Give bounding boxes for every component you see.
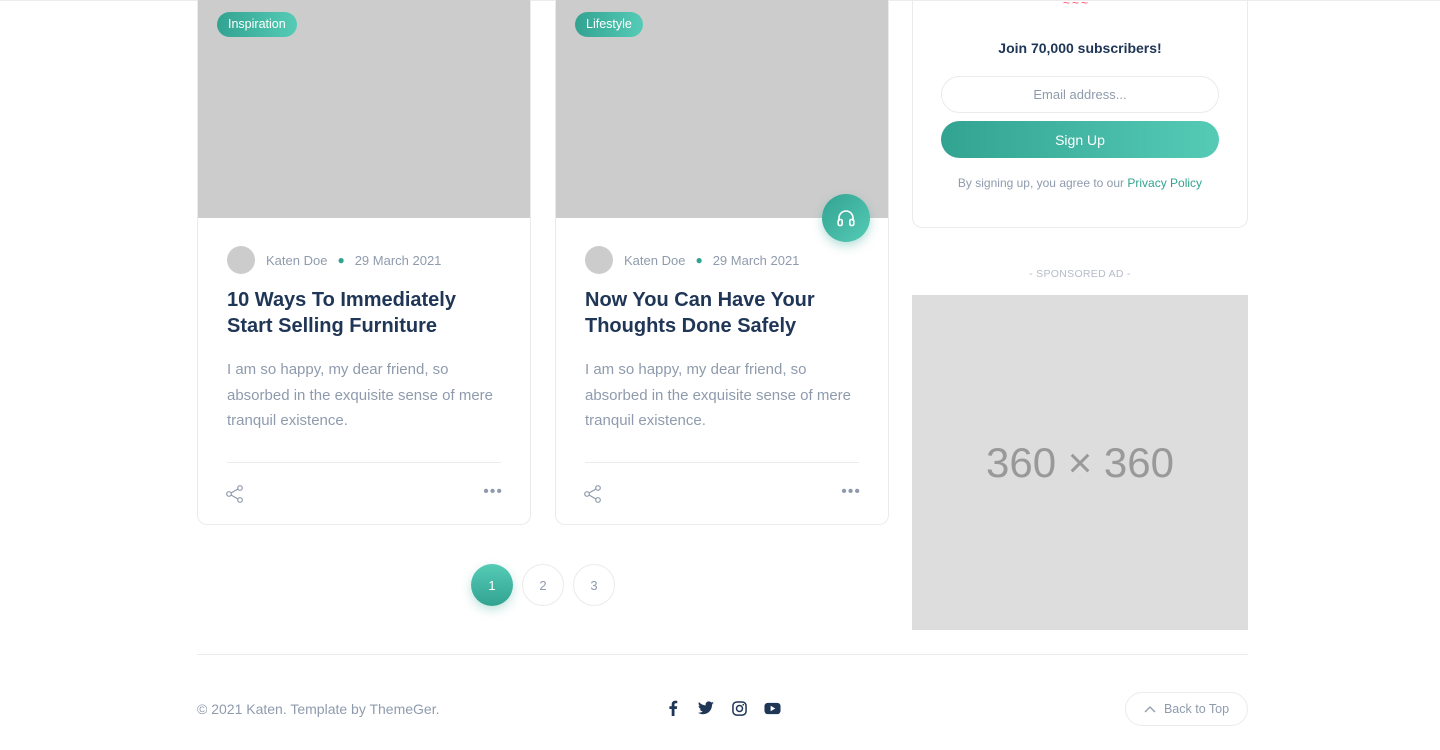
post-title[interactable]: 10 Ways To Immediately Start Selling Fur… [227, 287, 507, 339]
youtube-icon [763, 702, 781, 714]
post-card: Inspiration Katen Doe ● 29 March 2021 10… [197, 0, 531, 525]
post-card: Lifestyle Katen Doe ● 29 March 2021 Now … [555, 0, 889, 525]
newsletter-title: Join 70,000 subscribers! [998, 40, 1162, 56]
post-date: 29 March 2021 [354, 252, 442, 268]
chevron-up-icon [1144, 706, 1156, 713]
newsletter-note-text: By signing up, you agree to our [957, 176, 1125, 190]
share-icon[interactable] [583, 484, 603, 504]
author-name[interactable]: Katen Doe [266, 253, 327, 268]
sponsored-ad[interactable]: 360 × 360 [912, 295, 1248, 630]
post-title[interactable]: Now You Can Have Your Thoughts Done Safe… [585, 287, 865, 339]
twitter-link[interactable] [697, 699, 715, 717]
back-to-top-label: Back to Top [1163, 702, 1230, 716]
category-badge[interactable]: Inspiration [217, 12, 297, 37]
email-input[interactable] [941, 76, 1219, 113]
page-button-1[interactable]: 1 [471, 564, 513, 606]
more-options-icon[interactable]: ••• [841, 484, 861, 500]
headphones-icon [837, 210, 855, 227]
instagram-icon [731, 700, 747, 716]
author-avatar[interactable] [585, 246, 613, 274]
page-button-2[interactable]: 2 [522, 564, 564, 606]
youtube-link[interactable] [763, 699, 781, 717]
facebook-icon [669, 700, 678, 716]
copyright-text: © 2021 Katen. Template by ThemeGer. [197, 701, 440, 717]
pagination: 1 2 3 [471, 564, 624, 606]
newsletter-note: By signing up, you agree to our Privacy … [913, 176, 1247, 190]
footer-divider [197, 654, 1248, 655]
card-divider [585, 462, 859, 463]
card-divider [227, 462, 501, 463]
meta-separator: ● [337, 253, 345, 267]
post-excerpt: I am so happy, my dear friend, so absorb… [227, 361, 493, 429]
post-excerpt: I am so happy, my dear friend, so absorb… [585, 361, 851, 429]
twitter-icon [698, 701, 714, 715]
page-button-3[interactable]: 3 [573, 564, 615, 606]
post-date: 29 March 2021 [712, 252, 800, 268]
share-icon[interactable] [225, 484, 245, 504]
author-avatar[interactable] [227, 246, 255, 274]
post-meta: Katen Doe ● 29 March 2021 [585, 246, 799, 274]
sign-up-button[interactable]: Sign Up [941, 121, 1219, 158]
category-badge[interactable]: Lifestyle [575, 12, 643, 37]
social-links [664, 699, 796, 717]
sponsored-label: - SPONSORED AD - [1029, 268, 1131, 280]
newsletter-widget: ~~~ Join 70,000 subscribers! Sign Up By … [912, 0, 1248, 228]
meta-separator: ● [695, 253, 703, 267]
audio-post-button[interactable] [822, 194, 870, 242]
back-to-top-button[interactable]: Back to Top [1125, 692, 1248, 726]
post-meta: Katen Doe ● 29 March 2021 [227, 246, 441, 274]
facebook-link[interactable] [664, 699, 682, 717]
author-name[interactable]: Katen Doe [624, 253, 685, 268]
instagram-link[interactable] [730, 699, 748, 717]
more-options-icon[interactable]: ••• [483, 484, 503, 500]
privacy-policy-link[interactable]: Privacy Policy [1127, 176, 1202, 190]
newsletter-decoration-icon: ~~~ [1063, 0, 1091, 10]
